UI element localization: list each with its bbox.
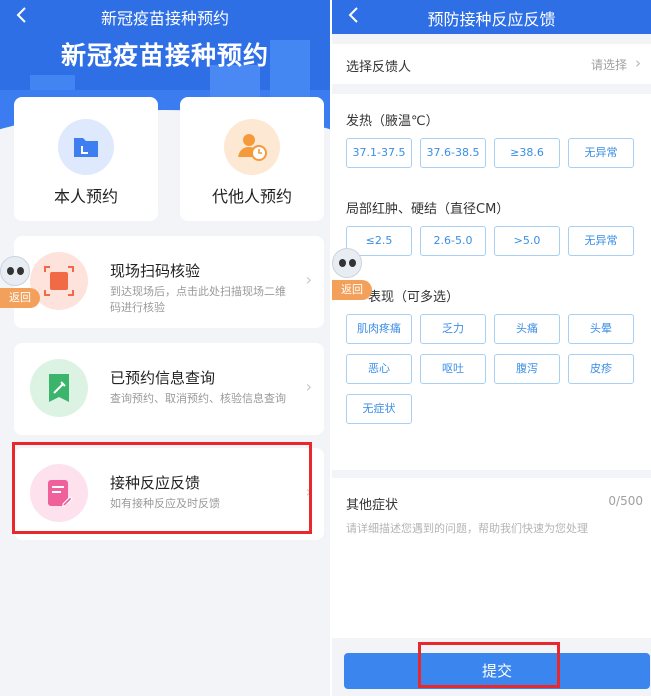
nav-bar: 新冠疫苗接种预约	[0, 0, 330, 32]
systemic-option[interactable]: 头痛	[494, 314, 560, 344]
floating-back-label: 返回	[0, 288, 40, 308]
char-count: 0/500	[608, 494, 643, 508]
hero-title: 新冠疫苗接种预约	[60, 41, 269, 70]
row-desc: 查询预约、取消预约、核验信息查询	[110, 392, 286, 405]
feedback-person-value: 请选择	[590, 58, 627, 72]
row-title: 已预约信息查询	[110, 369, 216, 387]
page-title: 预防接种反应反馈	[427, 10, 556, 29]
fever-option[interactable]: 无异常	[568, 138, 634, 168]
local-option[interactable]: 2.6-5.0	[420, 226, 486, 256]
symptom-section: 发热（腋温℃） 37.1-37.5 37.6-38.5 ≥38.6 无异常 局部…	[332, 94, 651, 470]
floating-back-label: 返回	[332, 280, 372, 300]
highlight-box	[12, 442, 312, 534]
local-option[interactable]: >5.0	[494, 226, 560, 256]
systemic-option[interactable]: 皮疹	[568, 354, 634, 384]
other-symptoms-input[interactable]: 请详细描述您遇到的问题，帮助我们快速为您处理	[346, 520, 646, 536]
appointment-query-row[interactable]: 已预约信息查询 查询预约、取消预约、核验信息查询 ›	[14, 343, 324, 435]
mascot-icon	[0, 256, 30, 286]
row-title: 现场扫码核验	[110, 262, 201, 280]
person-clock-icon	[224, 119, 280, 175]
fever-option[interactable]: ≥38.6	[494, 138, 560, 168]
fever-option[interactable]: 37.1-37.5	[346, 138, 412, 168]
proxy-appointment-card[interactable]: 代他人预约	[180, 97, 324, 221]
systemic-option[interactable]: 呕吐	[420, 354, 486, 384]
self-appointment-label: 本人预约	[53, 187, 118, 206]
nav-bar: 预防接种反应反馈	[332, 0, 651, 34]
page-title: 新冠疫苗接种预约	[100, 9, 229, 28]
systemic-option[interactable]: 肌肉疼痛	[346, 314, 412, 344]
highlight-box	[418, 642, 560, 688]
systemic-option[interactable]: 腹泻	[494, 354, 560, 384]
scan-verify-row[interactable]: 现场扫码核验 到达现场后，点击此处扫描现场二维码进行核验 ›	[14, 236, 324, 328]
fever-option[interactable]: 37.6-38.5	[420, 138, 486, 168]
folder-icon	[58, 119, 114, 175]
local-option[interactable]: 无异常	[568, 226, 634, 256]
syringe-icon	[30, 359, 88, 417]
left-screen: 新冠疫苗接种预约 新冠疫苗接种预约 本人预约 代他人预约 现场扫码核验 到达现场…	[0, 0, 330, 696]
chevron-right-icon: ›	[635, 54, 641, 72]
fever-label: 发热（腋温℃）	[346, 114, 439, 129]
systemic-option[interactable]: 无症状	[346, 394, 412, 424]
other-symptoms-label: 其他症状	[346, 498, 399, 513]
right-screen: 预防接种反应反馈 选择反馈人 请选择 › 发热（腋温℃） 37.1-37.5 3…	[332, 0, 651, 696]
chevron-right-icon: ›	[305, 377, 312, 396]
chevron-right-icon: ›	[305, 270, 312, 289]
systemic-option[interactable]: 头晕	[568, 314, 634, 344]
local-reaction-label: 局部红肿、硬结（直径CM）	[346, 202, 510, 217]
floating-back-button[interactable]: 返回	[332, 248, 374, 306]
systemic-label: 表现（可多选）	[368, 290, 460, 305]
systemic-option[interactable]: 乏力	[420, 314, 486, 344]
floating-back-button[interactable]: 返回	[0, 256, 42, 314]
proxy-appointment-label: 代他人预约	[211, 187, 292, 206]
self-appointment-card[interactable]: 本人预约	[14, 97, 158, 221]
other-symptoms-section[interactable]: 其他症状 0/500	[332, 478, 651, 638]
systemic-option[interactable]: 恶心	[346, 354, 412, 384]
mascot-icon	[332, 248, 362, 278]
feedback-person-selector[interactable]: 选择反馈人 请选择 ›	[332, 44, 651, 84]
feedback-person-label: 选择反馈人	[346, 60, 412, 75]
row-desc: 到达现场后，点击此处扫描现场二维码进行核验	[110, 285, 286, 314]
